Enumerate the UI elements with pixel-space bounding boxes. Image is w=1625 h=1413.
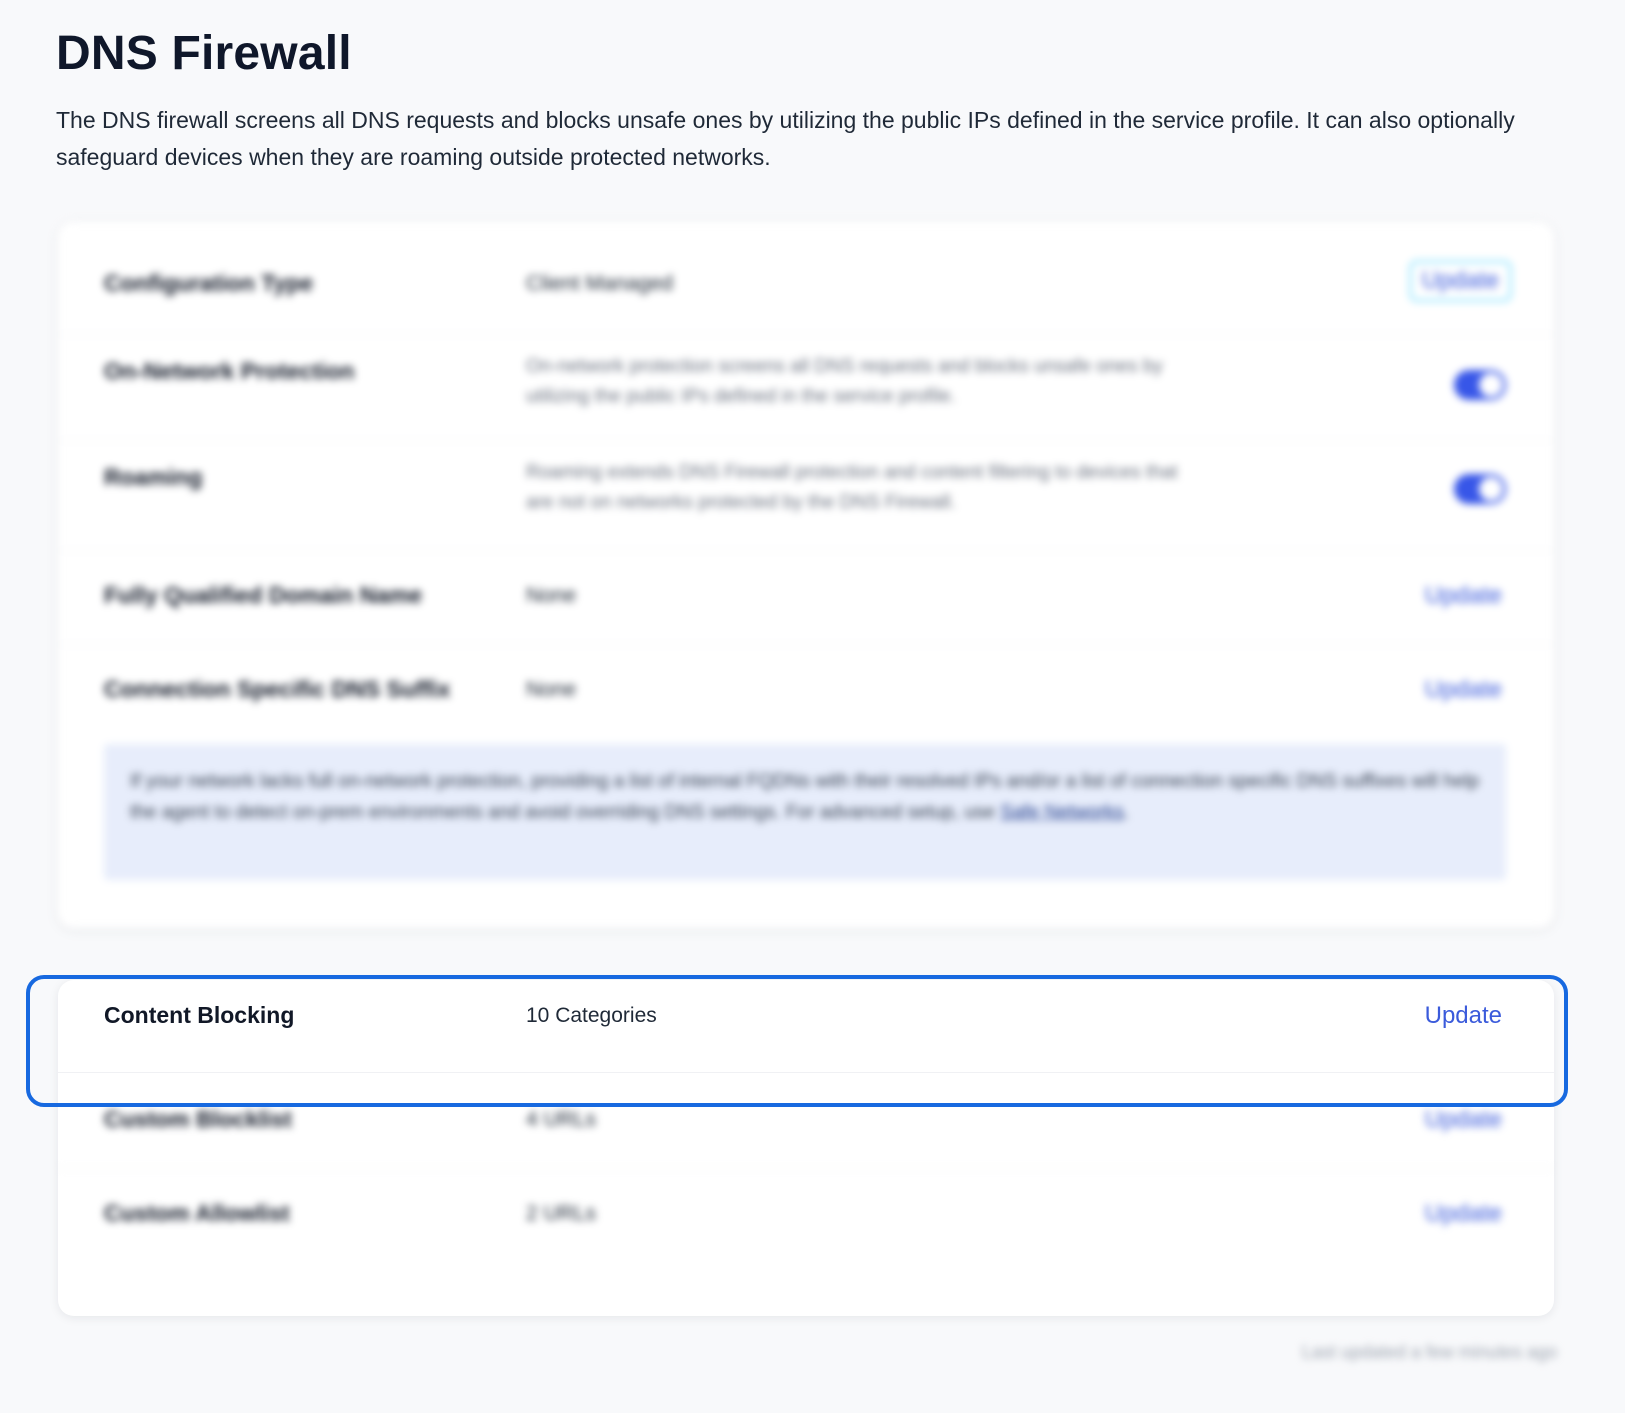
configuration-type-update-button[interactable]: Update [1408, 260, 1512, 302]
toggle-knob [1479, 373, 1503, 397]
info-suffix: . [1123, 802, 1130, 823]
toggle-knob [1479, 477, 1503, 501]
roaming-toggle[interactable] [1454, 474, 1506, 504]
custom-allowlist-label: Custom Allowlist [104, 1200, 290, 1226]
custom-blocklist-update-button[interactable]: Update [1425, 1106, 1502, 1134]
on-network-protection-label: On-Network Protection [104, 358, 355, 384]
content-blocking-update-button[interactable]: Update [1425, 1002, 1502, 1030]
dns-suffix-label: Connection Specific DNS Suffix [104, 676, 451, 702]
page-header: DNS Firewall The DNS firewall screens al… [56, 24, 1556, 176]
configuration-type-label: Configuration Type [104, 270, 314, 296]
on-network-protection-description: On-network protection screens all DNS re… [526, 356, 1163, 407]
content-blocking-value: 10 Categories [526, 1004, 657, 1027]
info-text: If your network lacks full on-network pr… [130, 771, 1480, 823]
roaming-label: Roaming [104, 464, 203, 490]
custom-allowlist-row: Custom Allowlist 2 URLs Update [58, 1168, 1554, 1264]
content-blocking-row: Content Blocking 10 Categories Update [58, 980, 1554, 1073]
custom-blocklist-label: Custom Blocklist [104, 1106, 292, 1132]
last-updated-text: Last updated a few minutes ago [1301, 1342, 1557, 1362]
on-network-protection-toggle[interactable] [1454, 370, 1506, 400]
custom-blocklist-row: Custom Blocklist 4 URLs Update [58, 1072, 1554, 1169]
fqdn-update-button[interactable]: Update [1425, 582, 1502, 610]
fqdn-label: Fully Qualified Domain Name [104, 582, 423, 608]
dns-suffix-value: None [526, 678, 577, 701]
fqdn-value: None [526, 584, 577, 607]
custom-blocklist-value: 4 URLs [526, 1108, 597, 1131]
dns-settings-card: Configuration Type Client Managed Update… [58, 222, 1554, 928]
on-network-protection-row: On-Network Protection On-network protect… [58, 334, 1554, 441]
page-description: The DNS firewall screens all DNS request… [56, 107, 1515, 170]
safe-networks-link[interactable]: Safe Networks [1000, 802, 1124, 823]
custom-allowlist-update-button[interactable]: Update [1425, 1200, 1502, 1228]
roaming-row: Roaming Roaming extends DNS Firewall pro… [58, 440, 1554, 551]
page-title: DNS Firewall [56, 27, 352, 80]
roaming-description: Roaming extends DNS Firewall protection … [526, 462, 1178, 513]
content-blocking-label: Content Blocking [104, 1002, 295, 1028]
fqdn-row: Fully Qualified Domain Name None Update [58, 550, 1554, 645]
custom-allowlist-value: 2 URLs [526, 1202, 597, 1225]
dns-suffix-update-button[interactable]: Update [1425, 676, 1502, 704]
info-callout: If your network lacks full on-network pr… [104, 744, 1506, 880]
configuration-type-value: Client Managed [526, 272, 674, 295]
dns-suffix-row: Connection Specific DNS Suffix None Upda… [58, 644, 1554, 734]
configuration-type-row: Configuration Type Client Managed Update [58, 222, 1554, 335]
filtering-card: Content Blocking 10 Categories Update Cu… [58, 980, 1554, 1316]
